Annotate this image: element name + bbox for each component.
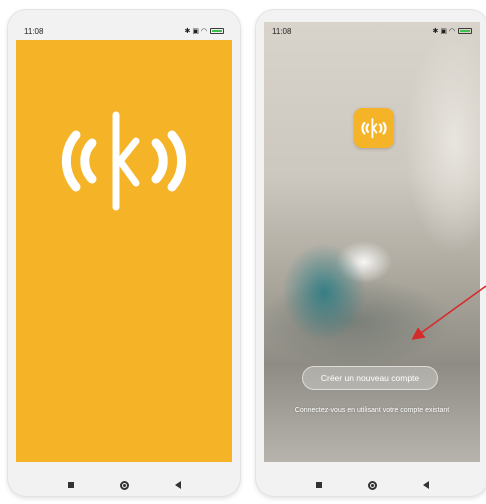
status-icon-set: ✱ ▣ ◠ [432,28,455,35]
brand-logo-icon [61,111,187,211]
splash-screen: 11:08 ✱ ▣ ◠ [16,22,232,474]
phone-splash: 11:08 ✱ ▣ ◠ [8,10,240,496]
welcome-screen: Créer un nouveau compte Connectez-vous e… [264,22,480,474]
system-nav-bar [8,474,240,496]
app-logo-icon [354,108,394,148]
back-icon[interactable] [174,481,181,489]
status-icons: ✱ ▣ ◠ [433,27,472,35]
status-time: 11:08 [24,26,44,36]
system-nav-bar [256,474,486,496]
recent-apps-icon[interactable] [315,482,322,488]
splash-background [16,40,232,462]
comparison-stage: 11:08 ✱ ▣ ◠ Créer un nouveau compte Conn… [0,0,486,504]
login-existing-link[interactable]: Connectez-vous en utilisant votre compte… [284,406,460,416]
recent-apps-icon[interactable] [67,482,74,488]
status-icon-set: ✱ ▣ ◠ [184,28,207,35]
create-account-button[interactable]: Créer un nouveau compte [302,366,438,390]
back-icon[interactable] [422,481,429,489]
brand-logo-icon [361,118,387,139]
status-bar: 11:08 ✱ ▣ ◠ [264,22,480,40]
status-time: 11:08 [272,26,292,36]
status-bar: 11:08 ✱ ▣ ◠ [16,22,232,40]
welcome-background: Créer un nouveau compte Connectez-vous e… [264,22,480,462]
phone-welcome: Créer un nouveau compte Connectez-vous e… [256,10,486,496]
battery-icon [458,28,472,34]
home-icon[interactable] [367,480,377,490]
home-icon[interactable] [119,480,129,490]
status-icons: ✱ ▣ ◠ [185,27,224,35]
battery-icon [210,28,224,34]
